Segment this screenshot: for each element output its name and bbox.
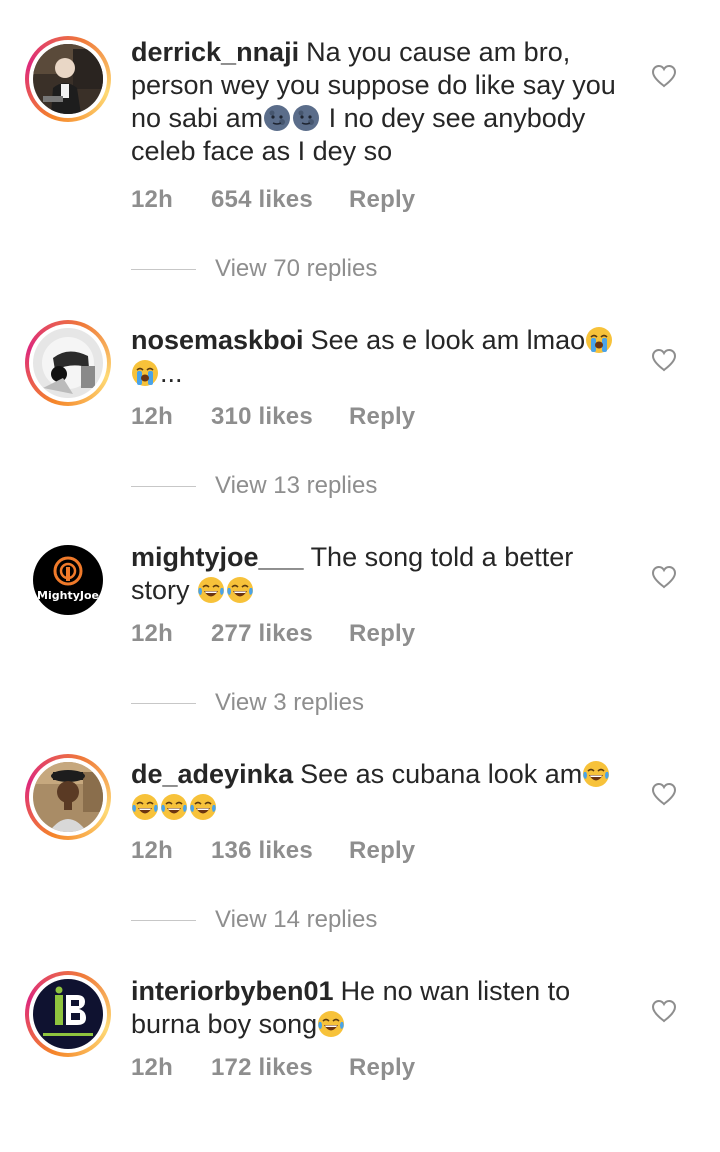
comment-timestamp: 12h <box>131 1054 173 1081</box>
view-replies-label[interactable]: View 3 replies <box>215 689 364 717</box>
tears-of-joy-face-icon <box>131 793 159 821</box>
comment-body: interiorbyben01 He no wan listen to burna… <box>131 975 631 1041</box>
comment-body: nosemaskboi See as e look am lmao... <box>131 324 631 390</box>
avatar[interactable] <box>33 979 103 1049</box>
comment-timestamp: 12h <box>131 837 173 864</box>
reply-button[interactable]: Reply <box>349 837 415 865</box>
comment-like-count[interactable]: 654 likes <box>211 186 313 214</box>
comment-body: derrick_nnaji Na you cause am bro, person… <box>131 36 631 168</box>
comment-like-count[interactable]: 136 likes <box>211 837 313 865</box>
avatar-story-ring[interactable] <box>25 971 111 1057</box>
comment-text-continued: ... <box>160 358 183 388</box>
replies-divider <box>131 703 196 704</box>
comment-like-count[interactable]: 310 likes <box>211 403 313 431</box>
heart-outline-icon[interactable] <box>651 64 677 88</box>
replies-divider <box>131 269 196 270</box>
replies-divider <box>131 486 196 487</box>
comment-username[interactable]: de_adeyinka <box>131 759 293 789</box>
comment-item: de_adeyinka See as cubana look am 12h 136… <box>0 718 720 935</box>
comment-like-count[interactable]: 172 likes <box>211 1054 313 1082</box>
avatar[interactable]: MightyJoe <box>33 545 103 615</box>
heart-outline-icon[interactable] <box>651 348 677 372</box>
comment-item: interiorbyben01 He no wan listen to burna… <box>0 935 720 1152</box>
comment-text: See as e look am lmao <box>310 325 586 355</box>
view-replies-button[interactable]: View 3 replies <box>131 689 531 719</box>
avatar-story-ring[interactable] <box>25 36 111 122</box>
heart-outline-icon[interactable] <box>651 999 677 1023</box>
reply-button[interactable]: Reply <box>349 403 415 431</box>
avatar[interactable] <box>33 44 103 114</box>
comment-username[interactable]: derrick_nnaji <box>131 37 299 67</box>
replies-divider <box>131 920 196 921</box>
view-replies-button[interactable]: View 13 replies <box>131 472 531 502</box>
comment-body: mightyjoe___ The song told a better story <box>131 541 631 607</box>
comment-item: nosemaskboi See as e look am lmao... 12h … <box>0 284 720 501</box>
new-moon-face-icon <box>263 104 291 132</box>
avatar-story-ring[interactable] <box>25 754 111 840</box>
comment-item: MightyJoe mightyjoe___ The song told a be… <box>0 501 720 718</box>
reply-button[interactable]: Reply <box>349 186 415 214</box>
comment-item: derrick_nnaji Na you cause am bro, person… <box>0 0 720 282</box>
comment-username[interactable]: nosemaskboi <box>131 325 304 355</box>
avatar[interactable] <box>33 328 103 398</box>
tears-of-joy-face-icon <box>189 793 217 821</box>
heart-outline-icon[interactable] <box>651 565 677 589</box>
view-replies-label[interactable]: View 13 replies <box>215 472 377 500</box>
reply-button[interactable]: Reply <box>349 620 415 648</box>
reply-button[interactable]: Reply <box>349 1054 415 1082</box>
tears-of-joy-face-icon <box>317 1010 345 1038</box>
new-moon-face-icon <box>292 104 320 132</box>
comment-timestamp: 12h <box>131 403 173 430</box>
tears-of-joy-face-icon <box>582 760 610 788</box>
avatar[interactable] <box>33 762 103 832</box>
comment-text: See as cubana look am <box>300 759 583 789</box>
view-replies-button[interactable]: View 14 replies <box>131 906 531 936</box>
avatar-logo-text: MightyJoe <box>37 589 99 602</box>
loudly-crying-face-icon <box>585 326 613 354</box>
loudly-crying-face-icon <box>131 359 159 387</box>
comment-body: de_adeyinka See as cubana look am <box>131 758 631 824</box>
tears-of-joy-face-icon <box>160 793 188 821</box>
comment-timestamp: 12h <box>131 620 173 647</box>
heart-outline-icon[interactable] <box>651 782 677 806</box>
avatar-story-ring[interactable] <box>25 320 111 406</box>
tears-of-joy-face-icon <box>226 576 254 604</box>
tears-of-joy-face-icon <box>197 576 225 604</box>
comment-username[interactable]: interiorbyben01 <box>131 976 334 1006</box>
view-replies-label[interactable]: View 70 replies <box>215 255 377 283</box>
view-replies-label[interactable]: View 14 replies <box>215 906 377 934</box>
comment-timestamp: 12h <box>131 186 173 213</box>
comment-username[interactable]: mightyjoe___ <box>131 542 304 572</box>
comment-like-count[interactable]: 277 likes <box>211 620 313 648</box>
view-replies-button[interactable]: View 70 replies <box>131 255 531 285</box>
avatar-container[interactable]: MightyJoe <box>25 537 111 623</box>
